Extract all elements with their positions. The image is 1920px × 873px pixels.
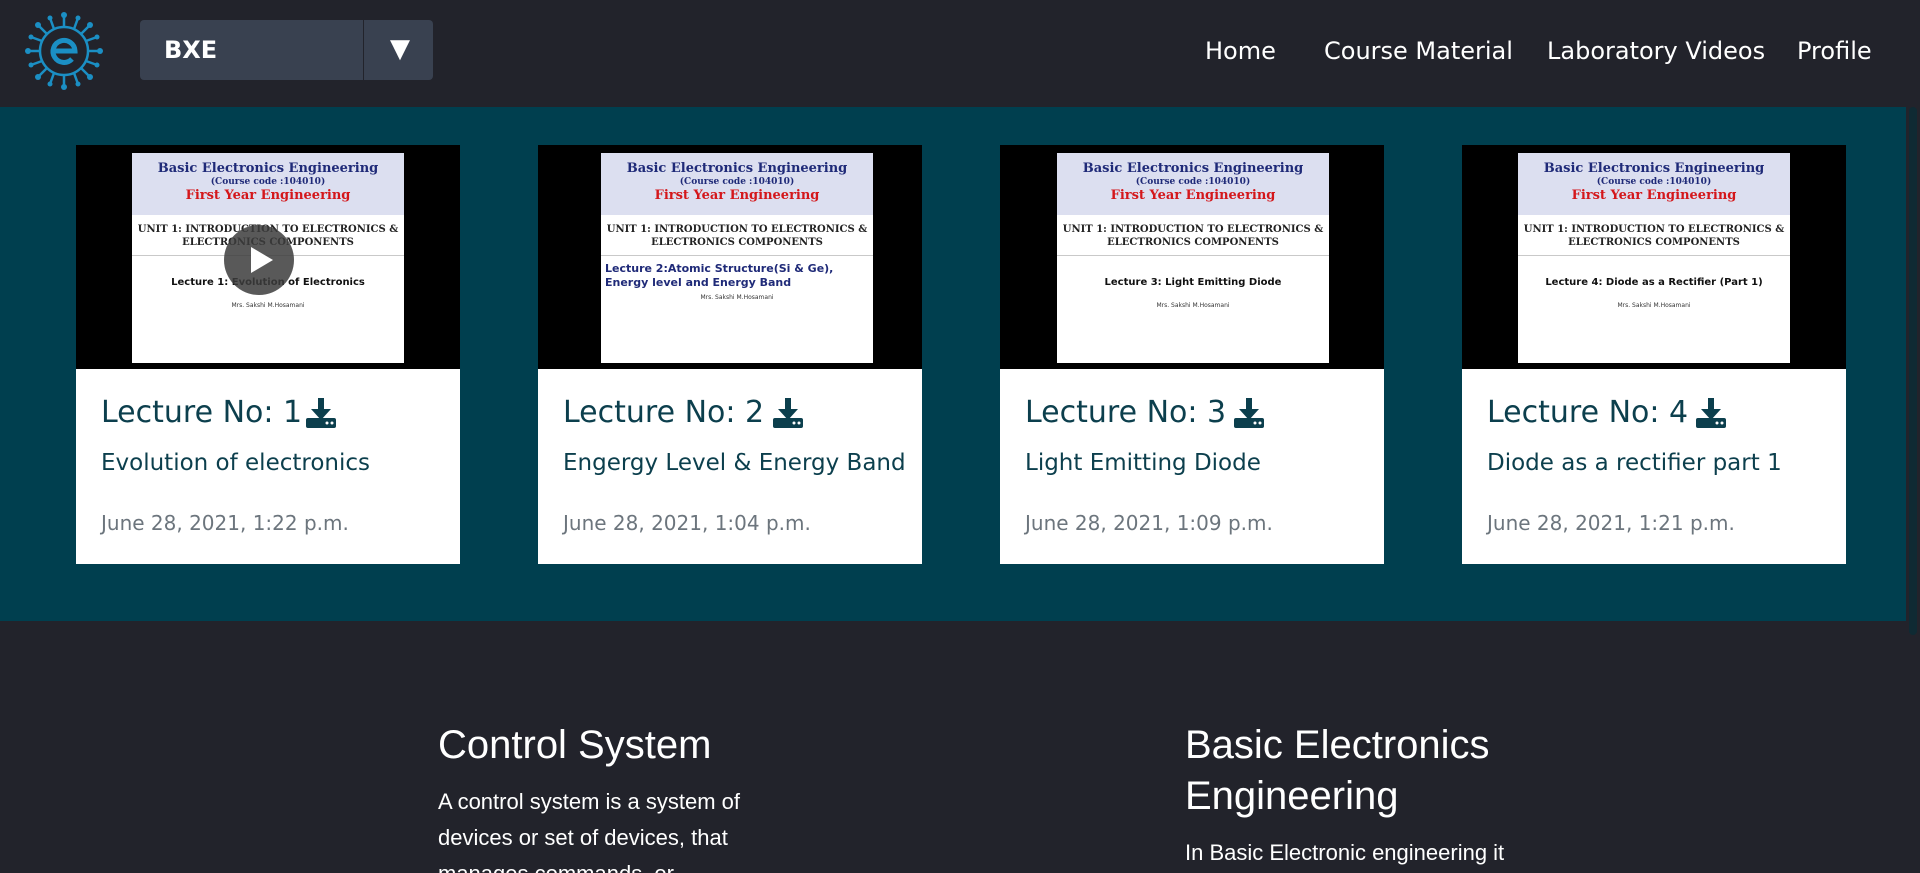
course-select-value: BXE — [164, 36, 218, 64]
video-player[interactable]: Basic Electronics Engineering (Course co… — [538, 145, 922, 369]
video-player[interactable]: Basic Electronics Engineering (Course co… — [1000, 145, 1384, 369]
lecture-date: June 28, 2021, 1:22 p.m. — [101, 511, 349, 535]
slide-course-title: Basic Electronics Engineering — [1082, 161, 1304, 176]
lecture-date: June 28, 2021, 1:04 p.m. — [563, 511, 811, 535]
bxe-text: In Basic Electronic engineering it — [1185, 835, 1504, 871]
lecture-card: Basic Electronics Engineering (Course co… — [538, 145, 922, 564]
download-icon[interactable] — [1233, 397, 1265, 429]
bxe-title-line: Engineering — [1185, 774, 1399, 818]
slide-unit: UNIT 1: INTRODUCTION TO ELECTRONICS & EL… — [601, 215, 873, 256]
control-system-text-line: A control system is a system of — [438, 789, 740, 814]
slide-thumbnail: Basic Electronics Engineering (Course co… — [1518, 153, 1790, 363]
slide-course-title: Basic Electronics Engineering — [1543, 161, 1765, 176]
scrollbar-thumb[interactable] — [1909, 107, 1917, 635]
slide-course-code: (Course code :104010) — [210, 177, 326, 187]
lecture-card: Basic Electronics Engineering (Course co… — [76, 145, 460, 564]
nav-link-laboratory-videos[interactable]: Laboratory Videos — [1547, 36, 1765, 66]
control-system-text-line: devices or set of devices, that — [438, 825, 728, 850]
nav-link-profile[interactable]: Profile — [1797, 36, 1872, 66]
slide-author: Mrs. Sakshi M.Hosamani — [1617, 302, 1691, 309]
slide-lecture: Lecture 2:Atomic Structure(Si & Ge), Ene… — [605, 262, 834, 289]
slide-year: First Year Engineering — [1571, 188, 1737, 203]
video-player[interactable]: Basic Electronics Engineering (Course co… — [76, 145, 460, 369]
lecture-card: Basic Electronics Engineering (Course co… — [1462, 145, 1846, 564]
lecture-subtitle: Diode as a rectifier part 1 — [1487, 450, 1782, 476]
slide-unit: UNIT 1: INTRODUCTION TO ELECTRONICS & EL… — [1057, 215, 1329, 256]
slide-thumbnail: Basic Electronics Engineering (Course co… — [601, 153, 873, 363]
lecture-subtitle: Engergy Level & Energy Band — [563, 450, 906, 476]
slide-lecture: Lecture 3: Light Emitting Diode — [1104, 277, 1282, 288]
select-divider — [363, 20, 364, 80]
lecture-subtitle: Light Emitting Diode — [1025, 450, 1261, 476]
bxe-title: Basic Electronics Engineering — [1185, 720, 1490, 822]
scrollbar[interactable] — [1906, 0, 1920, 873]
control-system-title: Control System — [438, 723, 712, 767]
slide-course-code: (Course code :104010) — [1135, 177, 1251, 187]
slide-year: First Year Engineering — [185, 188, 351, 203]
slide-author: Mrs. Sakshi M.Hosamani — [231, 302, 305, 309]
download-icon[interactable] — [1695, 397, 1727, 429]
lecture-title: Lecture No: 1 — [101, 395, 303, 430]
nav-link-course-material[interactable]: Course Material — [1324, 36, 1513, 66]
lecture-title: Lecture No: 2 — [563, 395, 765, 430]
nav-link-home[interactable]: Home — [1205, 36, 1276, 66]
slide-thumbnail: Basic Electronics Engineering (Course co… — [1057, 153, 1329, 363]
lecture-title: Lecture No: 3 — [1025, 395, 1227, 430]
slide-year: First Year Engineering — [1110, 188, 1276, 203]
slide-author: Mrs. Sakshi M.Hosamani — [700, 294, 774, 301]
slide-course-code: (Course code :104010) — [1596, 177, 1712, 187]
lecture-subtitle: Evolution of electronics — [101, 450, 371, 476]
video-player[interactable]: Basic Electronics Engineering (Course co… — [1462, 145, 1846, 369]
bxe-text-line: In Basic Electronic engineering it — [1185, 840, 1505, 865]
slide-year: First Year Engineering — [654, 188, 820, 203]
slide-course-title: Basic Electronics Engineering — [157, 161, 379, 176]
control-system-text: A control system is a system of devices … — [438, 784, 740, 873]
control-system-text-line: manages commands, or — [438, 856, 740, 873]
slide-course-code: (Course code :104010) — [679, 177, 795, 187]
download-icon[interactable] — [772, 397, 804, 429]
bxe-title-line: Basic Electronics — [1185, 723, 1490, 767]
slide-unit: UNIT 1: INTRODUCTION TO ELECTRONICS & EL… — [1518, 215, 1790, 256]
chevron-down-icon[interactable]: ▼ — [390, 34, 410, 64]
download-icon[interactable] — [305, 397, 337, 429]
lecture-date: June 28, 2021, 1:21 p.m. — [1487, 511, 1735, 535]
lecture-title: Lecture No: 4 — [1487, 395, 1689, 430]
lecture-date: June 28, 2021, 1:09 p.m. — [1025, 511, 1273, 535]
play-icon[interactable] — [224, 225, 294, 295]
lecture-card: Basic Electronics Engineering (Course co… — [1000, 145, 1384, 564]
slide-lecture: Lecture 4: Diode as a Rectifier (Part 1) — [1545, 277, 1763, 288]
slide-author: Mrs. Sakshi M.Hosamani — [1156, 302, 1230, 309]
navbar: BXE ▼ Home Course Material Laboratory Vi… — [0, 0, 1906, 107]
course-select[interactable]: BXE ▼ — [140, 20, 433, 80]
logo-icon[interactable] — [22, 10, 106, 92]
slide-course-title: Basic Electronics Engineering — [626, 161, 848, 176]
